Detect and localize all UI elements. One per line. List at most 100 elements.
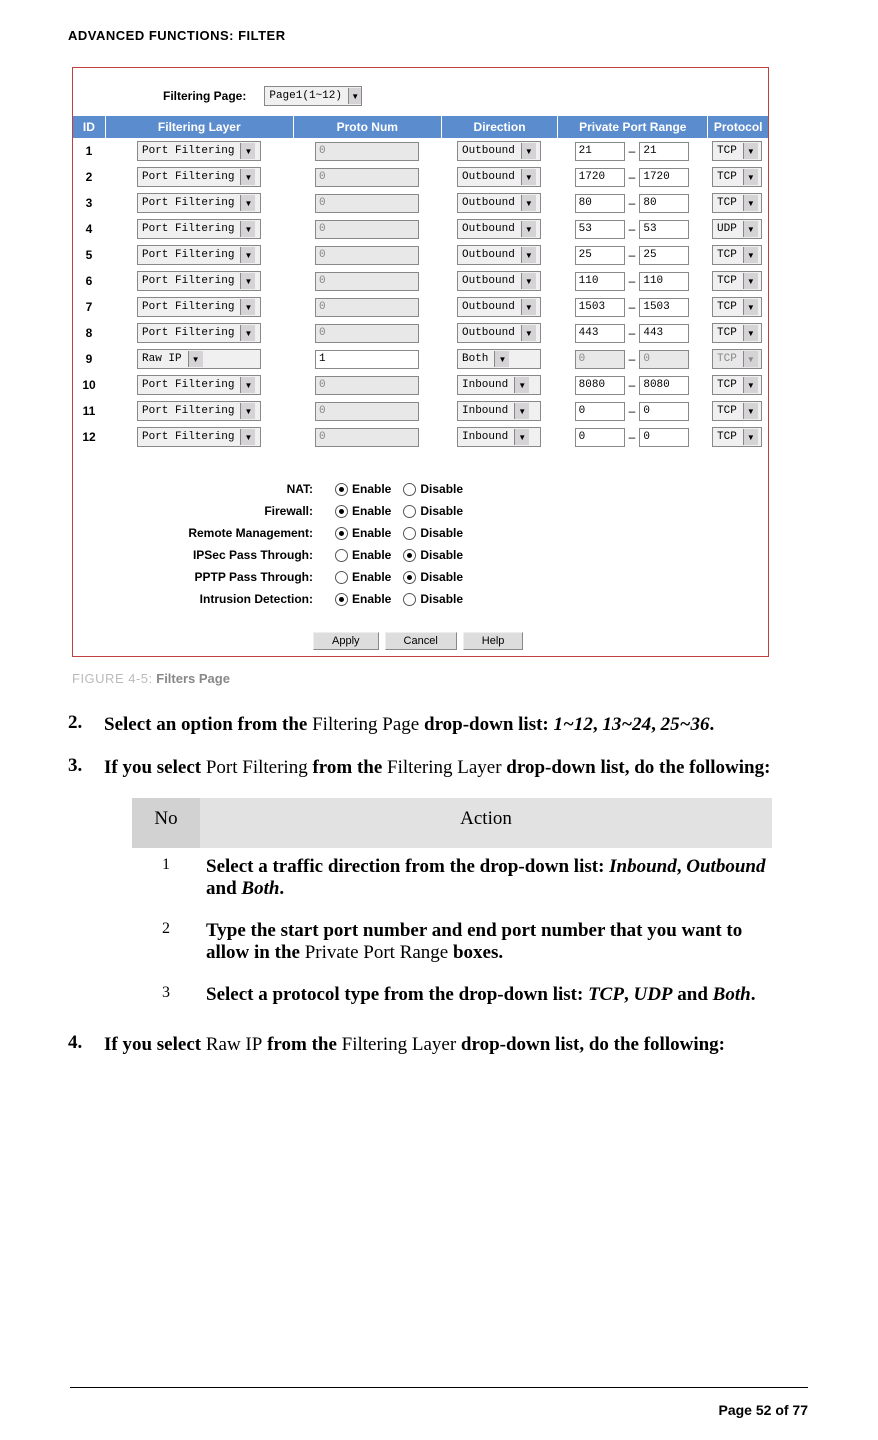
direction-select[interactable]: Outbound▼ [457, 193, 541, 213]
port-start-input[interactable]: 25 [575, 246, 625, 265]
chevron-down-icon: ▼ [743, 351, 758, 367]
direction-select[interactable]: Inbound▼ [457, 401, 541, 421]
filtering-layer-select[interactable]: Port Filtering▼ [137, 271, 261, 291]
disable-radio[interactable]: Disable [403, 526, 475, 540]
enable-radio[interactable]: Enable [335, 482, 403, 496]
protocol-select[interactable]: TCP▼ [712, 193, 762, 213]
port-start-input[interactable]: 1503 [575, 298, 625, 317]
protocol-select[interactable]: TCP▼ [712, 297, 762, 317]
protocol-select[interactable]: TCP▼ [712, 271, 762, 291]
apply-button[interactable]: Apply [313, 632, 379, 650]
port-end-input[interactable]: 53 [639, 220, 689, 239]
chevron-down-icon: ▼ [743, 429, 758, 445]
option-label: PPTP Pass Through: [103, 570, 335, 584]
port-start-input[interactable]: 1720 [575, 168, 625, 187]
protocol-select[interactable]: TCP▼ [712, 167, 762, 187]
direction-select[interactable]: Inbound▼ [457, 375, 541, 395]
filtering-layer-select[interactable]: Port Filtering▼ [137, 375, 261, 395]
filtering-layer-select[interactable]: Port Filtering▼ [137, 141, 261, 161]
proto-num-input[interactable]: 0 [315, 298, 419, 317]
chevron-down-icon: ▼ [514, 403, 529, 419]
proto-num-input[interactable]: 0 [315, 142, 419, 161]
enable-radio[interactable]: Enable [335, 570, 403, 584]
direction-select[interactable]: Outbound▼ [457, 271, 541, 291]
proto-num-input[interactable]: 1 [315, 350, 419, 369]
direction-select[interactable]: Inbound▼ [457, 427, 541, 447]
filtering-page-label: Filtering Page: [163, 89, 246, 103]
proto-num-input[interactable]: 0 [315, 428, 419, 447]
port-end-input[interactable]: 1720 [639, 168, 689, 187]
port-start-input[interactable]: 0 [575, 402, 625, 421]
port-end-input[interactable]: 8080 [639, 376, 689, 395]
port-start-input[interactable]: 0 [575, 428, 625, 447]
proto-num-input[interactable]: 0 [315, 246, 419, 265]
cancel-button[interactable]: Cancel [385, 632, 457, 650]
direction-select[interactable]: Outbound▼ [457, 141, 541, 161]
disable-radio[interactable]: Disable [403, 548, 475, 562]
port-end-input[interactable]: 21 [639, 142, 689, 161]
filter-row: 5Port Filtering▼0Outbound▼25–25TCP▼ [73, 242, 768, 268]
direction-select[interactable]: Outbound▼ [457, 219, 541, 239]
disable-radio[interactable]: Disable [403, 570, 475, 584]
proto-num-input[interactable]: 0 [315, 376, 419, 395]
proto-num-input[interactable]: 0 [315, 324, 419, 343]
direction-select[interactable]: Outbound▼ [457, 323, 541, 343]
port-start-input[interactable]: 0 [575, 350, 625, 369]
direction-select[interactable]: Both▼ [457, 349, 541, 369]
proto-num-input[interactable]: 0 [315, 220, 419, 239]
filter-row: 4Port Filtering▼0Outbound▼53–53UDP▼ [73, 216, 768, 242]
port-end-input[interactable]: 0 [639, 350, 689, 369]
row-id: 3 [73, 196, 105, 210]
help-button[interactable]: Help [463, 632, 524, 650]
protocol-select[interactable]: TCP▼ [712, 245, 762, 265]
port-start-input[interactable]: 53 [575, 220, 625, 239]
port-end-input[interactable]: 443 [639, 324, 689, 343]
protocol-select[interactable]: UDP▼ [712, 219, 762, 239]
proto-num-input[interactable]: 0 [315, 402, 419, 421]
protocol-select[interactable]: TCP▼ [712, 427, 762, 447]
filtering-layer-select[interactable]: Port Filtering▼ [137, 193, 261, 213]
enable-radio[interactable]: Enable [335, 504, 403, 518]
filtering-page-select[interactable]: Page1(1~12) ▼ [264, 86, 362, 106]
port-end-input[interactable]: 110 [639, 272, 689, 291]
disable-radio[interactable]: Disable [403, 482, 475, 496]
disable-radio[interactable]: Disable [403, 504, 475, 518]
port-start-input[interactable]: 21 [575, 142, 625, 161]
port-end-input[interactable]: 0 [639, 402, 689, 421]
disable-radio[interactable]: Disable [403, 592, 475, 606]
row-id: 11 [73, 404, 105, 418]
filtering-layer-select[interactable]: Port Filtering▼ [137, 297, 261, 317]
enable-radio[interactable]: Enable [335, 548, 403, 562]
protocol-select[interactable]: TCP▼ [712, 349, 762, 369]
direction-select[interactable]: Outbound▼ [457, 167, 541, 187]
port-start-input[interactable]: 8080 [575, 376, 625, 395]
direction-select[interactable]: Outbound▼ [457, 297, 541, 317]
proto-num-input[interactable]: 0 [315, 194, 419, 213]
port-end-input[interactable]: 1503 [639, 298, 689, 317]
port-start-input[interactable]: 80 [575, 194, 625, 213]
proto-num-input[interactable]: 0 [315, 272, 419, 291]
proto-num-input[interactable]: 0 [315, 168, 419, 187]
port-start-input[interactable]: 110 [575, 272, 625, 291]
protocol-select[interactable]: TCP▼ [712, 401, 762, 421]
port-end-input[interactable]: 25 [639, 246, 689, 265]
filtering-layer-select[interactable]: Port Filtering▼ [137, 167, 261, 187]
filtering-layer-select[interactable]: Port Filtering▼ [137, 245, 261, 265]
filtering-layer-select[interactable]: Port Filtering▼ [137, 323, 261, 343]
enable-radio[interactable]: Enable [335, 526, 403, 540]
direction-select[interactable]: Outbound▼ [457, 245, 541, 265]
port-end-input[interactable]: 80 [639, 194, 689, 213]
enable-radio[interactable]: Enable [335, 592, 403, 606]
port-start-input[interactable]: 443 [575, 324, 625, 343]
option-label: IPSec Pass Through: [103, 548, 335, 562]
protocol-select[interactable]: TCP▼ [712, 323, 762, 343]
chevron-down-icon: ▼ [743, 195, 758, 211]
filtering-layer-select[interactable]: Raw IP▼ [137, 349, 261, 369]
protocol-select[interactable]: TCP▼ [712, 141, 762, 161]
filtering-layer-select[interactable]: Port Filtering▼ [137, 427, 261, 447]
filtering-layer-select[interactable]: Port Filtering▼ [137, 219, 261, 239]
row-id: 7 [73, 300, 105, 314]
filtering-layer-select[interactable]: Port Filtering▼ [137, 401, 261, 421]
port-end-input[interactable]: 0 [639, 428, 689, 447]
protocol-select[interactable]: TCP▼ [712, 375, 762, 395]
